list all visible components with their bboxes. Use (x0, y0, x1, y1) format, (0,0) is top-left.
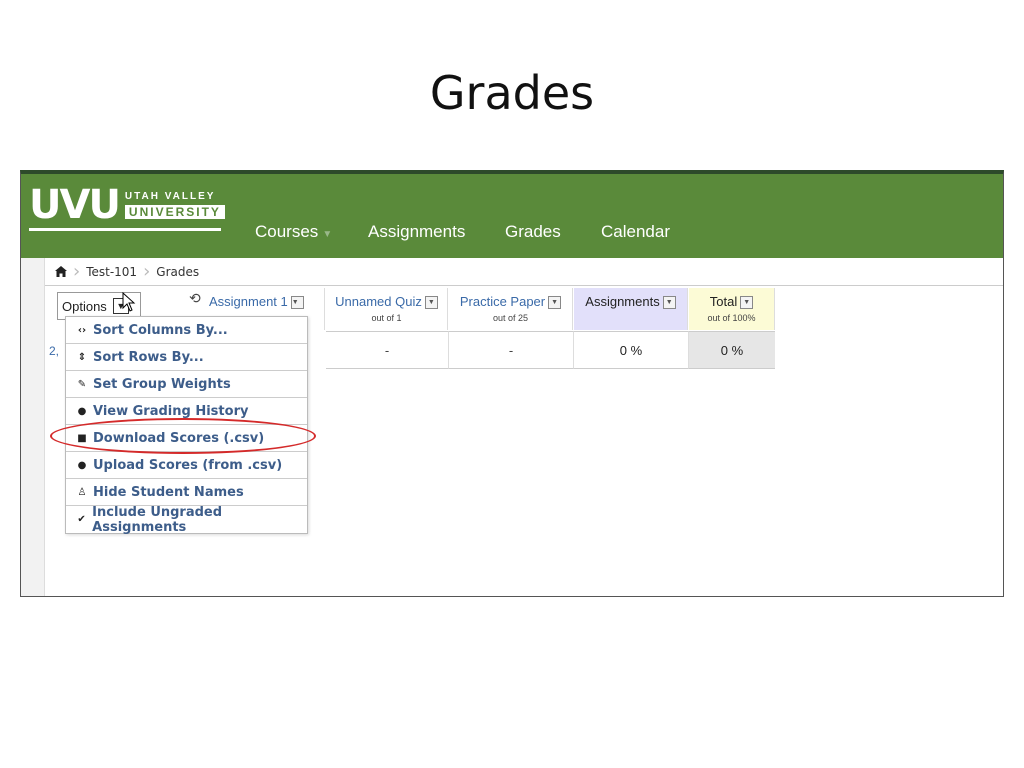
dropdown-icon[interactable]: ▼ (740, 296, 754, 310)
menu-item-label: Include Ungraded Assignments (92, 504, 223, 535)
check-icon: ✔ (77, 514, 86, 525)
uvu-logo[interactable]: UVU UTAH VALLEY UNIVERSITY (29, 182, 225, 228)
chevron-down-icon: ▼ (322, 229, 333, 240)
column-header-assignments[interactable]: Assignments ▼ (574, 288, 688, 330)
nav-calendar[interactable]: Calendar (601, 222, 670, 242)
nav-assignments[interactable]: Assignments (368, 222, 465, 242)
column-sub: out of 1 (371, 313, 402, 324)
left-gutter (21, 258, 45, 596)
breadcrumb-current: Grades (156, 264, 200, 279)
nav-grades[interactable]: Grades (505, 222, 561, 242)
nav-courses-label: Courses (255, 222, 319, 241)
clock-icon: ● (77, 459, 87, 471)
grade-cell[interactable]: - (449, 331, 574, 369)
menu-item-upload-scores[interactable]: ● Upload Scores (from .csv) (66, 452, 307, 479)
breadcrumb-separator: › (73, 260, 81, 282)
breadcrumb: › Test-101 › Grades (45, 258, 1003, 286)
menu-item-label: View Grading History (93, 403, 249, 419)
column-name: Practice Paper (459, 294, 546, 309)
menu-item-label: Sort Rows By... (93, 349, 204, 365)
logo-underline (29, 228, 221, 231)
user-icon: ♙ (77, 486, 87, 498)
column-sub: out of 25 (492, 313, 529, 324)
grade-cell: 0 % (689, 331, 775, 369)
dropdown-icon[interactable]: ▼ (290, 296, 304, 310)
dropdown-icon[interactable]: ▼ (548, 296, 562, 310)
menu-item-sort-rows[interactable]: ⇕ Sort Rows By... (66, 344, 307, 371)
column-header-unnamed-quiz[interactable]: Unnamed Quiz ▼ out of 1 (326, 288, 448, 330)
menu-item-hide-names[interactable]: ♙ Hide Student Names (66, 479, 307, 506)
column-name: Total (709, 294, 738, 309)
dropdown-icon[interactable]: ▼ (662, 296, 676, 310)
options-label: Options (62, 298, 107, 314)
mouse-cursor-icon (122, 292, 136, 312)
sort-icon: ⇕ (77, 351, 87, 363)
menu-item-label: Hide Student Names (93, 484, 244, 500)
breadcrumb-course[interactable]: Test-101 (80, 258, 143, 286)
nav-courses[interactable]: Courses ▼ (255, 222, 332, 242)
refresh-icon[interactable]: ⟲ (189, 290, 201, 307)
menu-item-group-weights[interactable]: ✎ Set Group Weights (66, 371, 307, 398)
breadcrumb-separator: › (143, 260, 151, 282)
row-number[interactable]: 2, (49, 344, 59, 358)
slide-title: Grades (429, 66, 595, 120)
clock-icon: ● (77, 405, 87, 417)
code-icon: ‹› (77, 324, 87, 336)
menu-item-label: Upload Scores (from .csv) (93, 457, 283, 473)
dropdown-icon[interactable]: ▼ (424, 296, 438, 310)
column-header-practice-paper[interactable]: Practice Paper ▼ out of 25 (449, 288, 573, 330)
top-navbar: UVU UTAH VALLEY UNIVERSITY Courses ▼ Assi… (21, 174, 1003, 258)
menu-item-sort-columns[interactable]: ‹› Sort Columns By... (66, 317, 307, 344)
column-sub: out of 100% (707, 313, 756, 324)
pencil-icon: ✎ (77, 378, 87, 390)
logo-line-1: UTAH VALLEY (124, 191, 216, 202)
menu-item-include-ungraded[interactable]: ✔ Include Ungraded Assignments (66, 504, 307, 535)
column-name: Unnamed Quiz (335, 294, 422, 309)
column-name: Assignment 1 (209, 294, 288, 309)
menu-item-label: Set Group Weights (93, 376, 231, 392)
column-header-total[interactable]: Total ▼ out of 100% (689, 288, 775, 330)
app-screenshot: UVU UTAH VALLEY UNIVERSITY Courses ▼ Assi… (20, 170, 1004, 597)
home-icon[interactable] (45, 258, 73, 286)
grade-cell[interactable]: - (326, 331, 449, 369)
highlight-annotation (50, 418, 316, 454)
logo-line-2: UNIVERSITY (124, 205, 225, 219)
menu-item-label: Sort Columns By... (93, 322, 228, 338)
logo-mark: UVU (29, 182, 121, 228)
column-name: Assignments (585, 294, 660, 309)
grade-cell: 0 % (574, 331, 689, 369)
